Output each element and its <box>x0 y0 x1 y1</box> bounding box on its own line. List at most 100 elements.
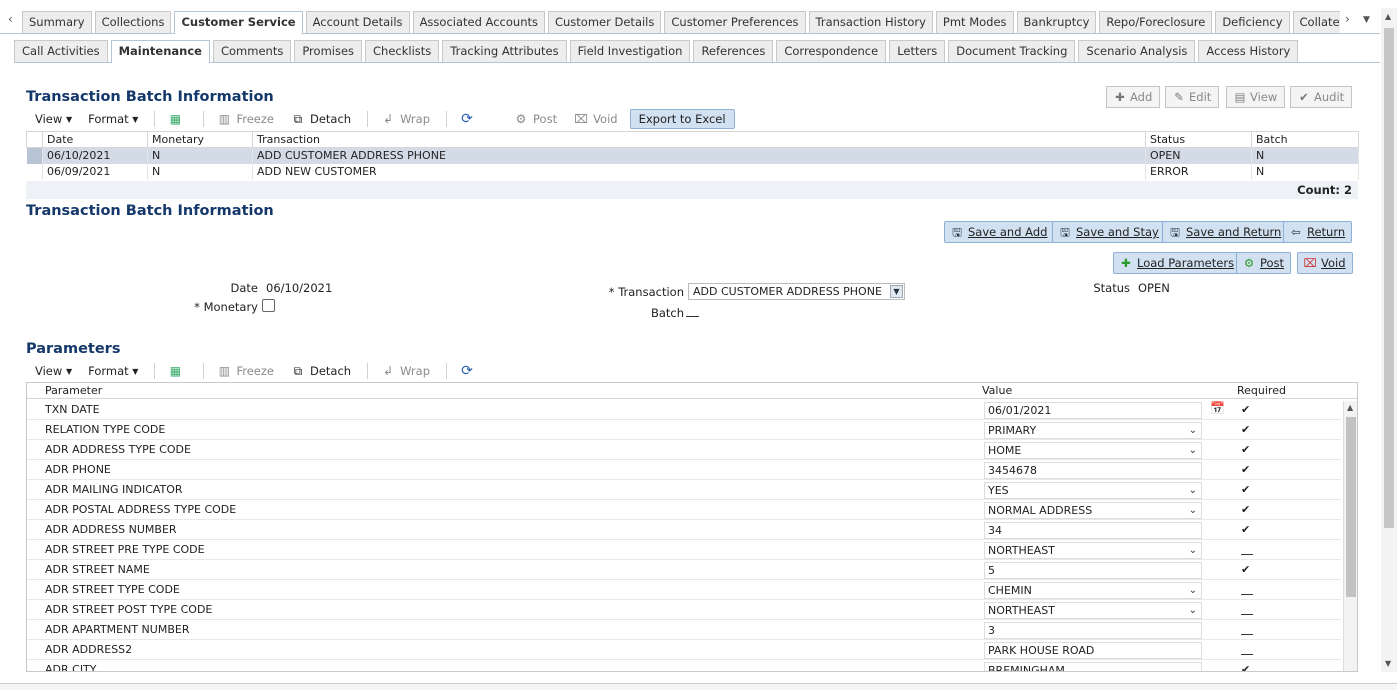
wrap-button[interactable]: ↲ Wrap <box>380 364 430 378</box>
load-parameters-button[interactable]: ✚ Load Parameters <box>1113 252 1242 274</box>
column-header-status[interactable]: Status <box>1145 131 1252 148</box>
void-button[interactable]: ⌧ Void <box>1297 252 1353 274</box>
column-header-required[interactable]: Required <box>1237 383 1286 398</box>
tab-pmt-modes[interactable]: Pmt Modes <box>935 11 1014 33</box>
row-selector[interactable] <box>26 163 43 180</box>
post-button[interactable]: ⚙ Post <box>1236 252 1292 274</box>
parameters-scrollbar[interactable]: ▲ <box>1343 401 1357 671</box>
void-toolbar-button[interactable]: ⌧ Void <box>573 112 617 126</box>
add-button[interactable]: ✚ Add <box>1106 86 1161 108</box>
table-row[interactable]: TXN DATE 06/01/2021 📅 ✔ <box>27 400 1341 420</box>
tab-customer-service[interactable]: Customer Service <box>174 11 303 34</box>
refresh-button[interactable]: ⟳ <box>459 364 479 378</box>
detach-button[interactable]: ⧉ Detach <box>290 112 351 126</box>
refresh-button[interactable]: ⟳ <box>459 112 479 126</box>
parameter-value-input[interactable]: 5 <box>984 562 1202 579</box>
edit-button[interactable]: ✎ Edit <box>1165 86 1220 108</box>
scrollbar-thumb[interactable] <box>1384 28 1394 528</box>
parameter-value-select[interactable]: NORMAL ADDRESS ⌄ <box>984 502 1202 519</box>
subtab-document-tracking[interactable]: Document Tracking <box>948 40 1076 62</box>
post-toolbar-button[interactable]: ⚙ Post <box>513 112 557 126</box>
column-header-parameter[interactable]: Parameter <box>45 383 102 398</box>
parameter-value-input[interactable]: 06/01/2021 <box>984 402 1202 419</box>
parameter-value-input[interactable]: PARK HOUSE ROAD <box>984 642 1202 659</box>
subtab-checklists[interactable]: Checklists <box>365 40 440 62</box>
export-grid-icon-button[interactable]: ▦ <box>167 112 187 126</box>
parameter-value-select[interactable]: NORTHEAST ⌄ <box>984 542 1202 559</box>
scroll-left-icon[interactable]: ‹ <box>8 12 13 26</box>
view-menu[interactable]: View ▼ <box>35 112 72 126</box>
parameter-value-select[interactable]: NORTHEAST ⌄ <box>984 602 1202 619</box>
parameter-value-input[interactable]: 3454678 <box>984 462 1202 479</box>
subtab-promises[interactable]: Promises <box>294 40 363 62</box>
subtab-scenario-analysis[interactable]: Scenario Analysis <box>1078 40 1196 62</box>
subtab-field-investigation[interactable]: Field Investigation <box>569 40 691 62</box>
column-header-monetary[interactable]: Monetary <box>147 131 253 148</box>
subtab-correspondence[interactable]: Correspondence <box>776 40 887 62</box>
table-row[interactable]: 06/10/2021 N ADD CUSTOMER ADDRESS PHONE … <box>26 147 1359 164</box>
transaction-select[interactable]: ADD CUSTOMER ADDRESS PHONE ▼ <box>688 283 905 300</box>
parameter-value-input[interactable]: BREMINGHAM <box>984 662 1202 671</box>
subtab-letters[interactable]: Letters <box>889 40 946 62</box>
calendar-icon[interactable]: 📅 <box>1210 401 1225 415</box>
save-and-add-button[interactable]: 🖫 Save and Add <box>944 221 1055 243</box>
freeze-button[interactable]: ▥ Freeze <box>216 364 274 378</box>
tab-bankruptcy[interactable]: Bankruptcy <box>1016 11 1097 33</box>
table-row[interactable]: ADR APARTMENT NUMBER 3 <box>27 620 1341 640</box>
table-row[interactable]: ADR STREET NAME 5 ✔ <box>27 560 1341 580</box>
monetary-checkbox[interactable] <box>262 299 275 312</box>
export-to-excel-button[interactable]: Export to Excel <box>629 109 735 129</box>
parameter-value-select[interactable]: PRIMARY ⌄ <box>984 422 1202 439</box>
subtab-access-history[interactable]: Access History <box>1198 40 1299 62</box>
parameter-value-input[interactable]: 3 <box>984 622 1202 639</box>
row-selector[interactable] <box>26 147 43 164</box>
scroll-up-icon[interactable]: ▲ <box>1347 403 1353 412</box>
scrollbar-thumb[interactable] <box>1346 417 1356 597</box>
detach-button[interactable]: ⧉ Detach <box>290 364 351 378</box>
export-grid-icon-button[interactable]: ▦ <box>167 364 187 378</box>
view-menu[interactable]: View ▼ <box>35 364 72 378</box>
parameter-value-select[interactable]: CHEMIN ⌄ <box>984 582 1202 599</box>
format-menu[interactable]: Format ▼ <box>88 112 138 126</box>
tab-customer-preferences[interactable]: Customer Preferences <box>664 11 806 33</box>
wrap-button[interactable]: ↲ Wrap <box>380 112 430 126</box>
parameter-value-select[interactable]: YES ⌄ <box>984 482 1202 499</box>
table-row[interactable]: ADR PHONE 3454678 ✔ <box>27 460 1341 480</box>
tab-deficiency[interactable]: Deficiency <box>1215 11 1290 33</box>
tab-repo-foreclosure[interactable]: Repo/Foreclosure <box>1099 11 1213 33</box>
scroll-up-icon[interactable]: ▲ <box>1385 12 1391 21</box>
table-row[interactable]: ADR STREET PRE TYPE CODE NORTHEAST ⌄ <box>27 540 1341 560</box>
freeze-button[interactable]: ▥ Freeze <box>216 112 274 126</box>
horizontal-scrollbar[interactable] <box>0 683 1397 690</box>
tab-collections[interactable]: Collections <box>94 11 172 33</box>
save-and-stay-button[interactable]: 🖫 Save and Stay <box>1052 221 1166 243</box>
tab-customer-details[interactable]: Customer Details <box>547 11 662 33</box>
tab-transaction-history[interactable]: Transaction History <box>808 11 933 33</box>
tab-account-details[interactable]: Account Details <box>305 11 410 33</box>
save-and-return-button[interactable]: 🖫 Save and Return <box>1162 221 1289 243</box>
table-row[interactable]: ADR POSTAL ADDRESS TYPE CODE NORMAL ADDRE… <box>27 500 1341 520</box>
subtab-comments[interactable]: Comments <box>212 40 292 62</box>
column-header-transaction[interactable]: Transaction <box>252 131 1146 148</box>
scroll-right-icon[interactable]: › <box>1345 12 1350 26</box>
subtab-call-activities[interactable]: Call Activities <box>14 40 108 62</box>
table-row[interactable]: ADR STREET TYPE CODE CHEMIN ⌄ <box>27 580 1341 600</box>
table-row[interactable]: ADR ADDRESS NUMBER 34 ✔ <box>27 520 1341 540</box>
view-button[interactable]: ▤ View <box>1226 86 1286 108</box>
table-row[interactable]: ADR STREET POST TYPE CODE NORTHEAST ⌄ <box>27 600 1341 620</box>
column-header-date[interactable]: Date <box>42 131 148 148</box>
table-row[interactable]: RELATION TYPE CODE PRIMARY ⌄ ✔ <box>27 420 1341 440</box>
tab-menu-icon[interactable]: ▼ <box>1363 15 1370 25</box>
subtab-tracking-attributes[interactable]: Tracking Attributes <box>442 40 567 62</box>
tab-summary[interactable]: Summary <box>22 11 92 33</box>
table-row[interactable]: 06/09/2021 N ADD NEW CUSTOMER ERROR N <box>26 163 1359 180</box>
subtab-maintenance[interactable]: Maintenance <box>110 40 210 63</box>
tab-collateral[interactable]: Collateral <box>1292 11 1340 33</box>
table-row[interactable]: ADR ADDRESS TYPE CODE HOME ⌄ ✔ <box>27 440 1341 460</box>
column-header-batch[interactable]: Batch <box>1251 131 1359 148</box>
return-button[interactable]: ⇦ Return <box>1283 221 1353 243</box>
table-row[interactable]: ADR MAILING INDICATOR YES ⌄ ✔ <box>27 480 1341 500</box>
table-row[interactable]: ADR ADDRESS2 PARK HOUSE ROAD <box>27 640 1341 660</box>
format-menu[interactable]: Format ▼ <box>88 364 138 378</box>
column-header-value[interactable]: Value <box>982 383 1012 398</box>
